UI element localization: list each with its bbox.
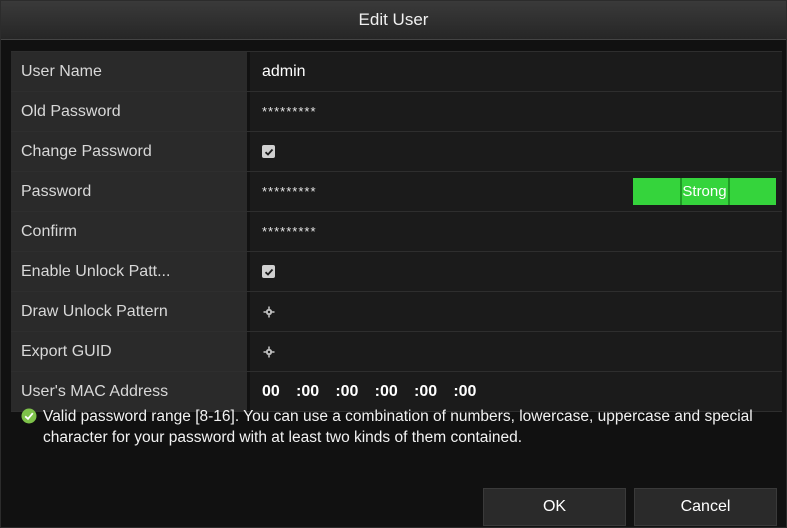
export-guid-cell	[250, 332, 782, 371]
old-password-label: Old Password	[11, 92, 247, 131]
password-strength-label: Strong	[682, 183, 727, 200]
user-name-value: admin	[262, 62, 306, 80]
export-guid-button[interactable]	[262, 345, 276, 359]
password-value: *********	[262, 184, 317, 199]
old-password-value: *********	[262, 104, 317, 119]
ok-button[interactable]: OK	[483, 488, 626, 526]
enable-unlock-pattern-checkbox[interactable]	[262, 265, 275, 278]
row-password: Password ********* Strong	[11, 171, 782, 211]
user-name-field[interactable]: admin	[250, 52, 782, 91]
row-old-password: Old Password *********	[11, 91, 782, 131]
draw-unlock-pattern-button[interactable]	[262, 305, 276, 319]
gear-icon	[263, 346, 275, 357]
change-password-cell	[250, 132, 782, 171]
password-label: Password	[11, 172, 247, 211]
old-password-field[interactable]: *********	[250, 92, 782, 131]
mac-address-octets: 00 : 00 : 00 : 00 : 00 : 00	[262, 383, 493, 401]
enable-unlock-pattern-cell	[250, 252, 782, 291]
gear-icon	[263, 306, 275, 317]
password-hint-text: Valid password range [8-16]. You can use…	[43, 408, 753, 446]
checkmark-icon	[264, 148, 273, 156]
row-enable-unlock-pattern: Enable Unlock Patt...	[11, 251, 782, 291]
row-draw-unlock-pattern: Draw Unlock Pattern	[11, 291, 782, 331]
user-name-label: User Name	[11, 52, 247, 91]
enable-unlock-pattern-label: Enable Unlock Patt...	[11, 252, 247, 291]
mac-octet-4[interactable]: 00	[380, 383, 414, 401]
password-hint: Valid password range [8-16]. You can use…	[21, 406, 765, 448]
mac-octet-6[interactable]: 00	[459, 383, 493, 401]
row-confirm: Confirm *********	[11, 211, 782, 251]
mac-octet-5[interactable]: 00	[419, 383, 453, 401]
export-guid-label: Export GUID	[11, 332, 247, 371]
password-strength-bar: Strong	[633, 178, 776, 205]
row-export-guid: Export GUID	[11, 331, 782, 371]
cancel-button[interactable]: Cancel	[634, 488, 777, 526]
confirm-field[interactable]: *********	[250, 212, 782, 251]
row-change-password: Change Password	[11, 131, 782, 171]
draw-unlock-pattern-cell	[250, 292, 782, 331]
mac-octet-2[interactable]: 00	[301, 383, 335, 401]
row-user-name: User Name admin	[11, 51, 782, 91]
checkmark-icon	[264, 268, 273, 276]
confirm-value: *********	[262, 224, 317, 239]
confirm-label: Confirm	[11, 212, 247, 251]
check-circle-icon	[21, 408, 37, 424]
change-password-checkbox[interactable]	[262, 145, 275, 158]
draw-unlock-pattern-label: Draw Unlock Pattern	[11, 292, 247, 331]
edit-user-form: User Name admin Old Password ********* C…	[11, 51, 782, 412]
edit-user-dialog: Edit User User Name admin Old Password *…	[0, 0, 787, 528]
mac-octet-1[interactable]: 00	[262, 383, 296, 401]
strength-divider	[728, 178, 730, 205]
mac-octet-3[interactable]: 00	[341, 383, 375, 401]
password-field[interactable]: ********* Strong	[250, 172, 782, 211]
dialog-buttons: OK Cancel	[483, 488, 777, 526]
dialog-title: Edit User	[1, 1, 786, 40]
change-password-label: Change Password	[11, 132, 247, 171]
